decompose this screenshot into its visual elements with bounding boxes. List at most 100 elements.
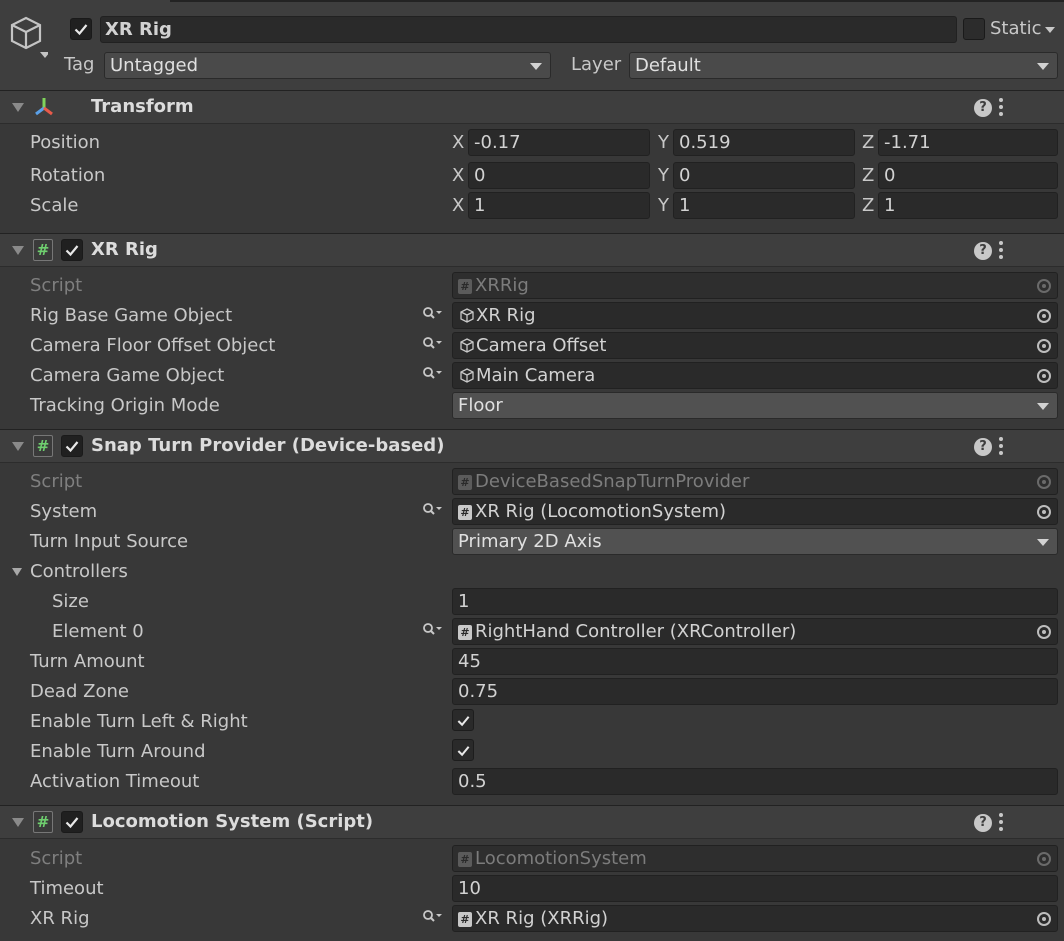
kebab-menu-icon[interactable] (998, 240, 1004, 260)
scale-z-input[interactable]: 1 (878, 192, 1058, 219)
foldout-arrow-icon[interactable] (12, 568, 22, 576)
tag-value: Untagged (110, 55, 199, 76)
help-icon[interactable]: ? (974, 814, 992, 832)
scale-x-input[interactable]: 1 (468, 192, 650, 219)
camera-go-label: Camera Game Object (30, 365, 225, 386)
help-icon[interactable]: ? (974, 242, 992, 260)
object-picker-icon[interactable] (422, 306, 442, 320)
turn-amount-input[interactable]: 45 (452, 648, 1058, 675)
position-x-input[interactable]: -0.17 (468, 129, 650, 156)
position-y-input[interactable]: 0.519 (673, 129, 855, 156)
object-picker-icon[interactable] (422, 336, 442, 350)
target-icon[interactable] (1037, 625, 1051, 639)
xr-rig-title: XR Rig (91, 239, 158, 260)
xr-rig-header[interactable]: # XR Rig ? (0, 233, 1064, 267)
script-hash-icon: # (458, 504, 472, 520)
dead-zone-label[interactable]: Dead Zone (30, 681, 129, 703)
object-picker-icon[interactable] (422, 622, 442, 636)
static-dropdown-arrow-icon[interactable] (1045, 27, 1055, 33)
position-z-input[interactable]: -1.71 (878, 129, 1058, 156)
rotation-z-input[interactable]: 0 (878, 162, 1058, 189)
object-picker-icon[interactable] (422, 909, 442, 923)
object-name-input[interactable]: XR Rig (100, 16, 957, 43)
axis-y-label[interactable]: Y (658, 195, 669, 217)
object-picker-icon[interactable] (422, 502, 442, 516)
turn-amount-label[interactable]: Turn Amount (30, 651, 145, 673)
static-label[interactable]: Static (990, 18, 1041, 40)
tracking-origin-dropdown[interactable]: Floor (452, 392, 1058, 419)
dropdown-arrow-icon (1037, 63, 1049, 70)
script-hash-icon: # (458, 278, 472, 294)
camera-floor-field[interactable]: Camera Offset (452, 332, 1058, 359)
xr-rig-enabled-toggle[interactable] (61, 239, 83, 261)
axis-z-label[interactable]: Z (862, 165, 874, 187)
object-picker-icon[interactable] (422, 366, 442, 380)
target-icon (1037, 279, 1051, 293)
active-toggle[interactable] (70, 18, 92, 40)
scale-label[interactable]: Scale (30, 195, 78, 217)
target-icon[interactable] (1037, 309, 1051, 323)
static-toggle[interactable] (963, 18, 985, 40)
snap-turn-header[interactable]: # Snap Turn Provider (Device-based) ? (0, 429, 1064, 463)
component-header-icons: ? (974, 812, 1054, 834)
timeout-input[interactable]: 10 (452, 875, 1058, 902)
rotation-x-input[interactable]: 0 (468, 162, 650, 189)
axis-z-label[interactable]: Z (862, 195, 874, 217)
system-field[interactable]: # XR Rig (LocomotionSystem) (452, 498, 1058, 525)
script-hash-icon: # (458, 851, 472, 867)
tracking-origin-value: Floor (458, 395, 503, 416)
activation-timeout-input[interactable]: 0.5 (452, 768, 1058, 795)
axis-x-label[interactable]: X (452, 132, 464, 154)
dropdown-arrow-icon (1037, 403, 1049, 410)
controllers-label[interactable]: Controllers (30, 561, 128, 583)
target-icon[interactable] (1037, 339, 1051, 353)
scale-y-input[interactable]: 1 (673, 192, 855, 219)
locomotion-enabled-toggle[interactable] (61, 811, 83, 833)
snap-turn-enabled-toggle[interactable] (61, 435, 83, 457)
camera-go-field[interactable]: Main Camera (452, 362, 1058, 389)
help-icon[interactable]: ? (974, 99, 992, 117)
foldout-arrow-icon[interactable] (12, 246, 24, 255)
snap-turn-script-field: # DeviceBasedSnapTurnProvider (452, 468, 1058, 495)
enable-turn-lr-checkbox[interactable] (452, 709, 474, 731)
foldout-arrow-icon[interactable] (12, 103, 24, 112)
script-hash-icon: # (33, 811, 53, 833)
turn-input-dropdown[interactable]: Primary 2D Axis (452, 528, 1058, 555)
axis-z-label[interactable]: Z (862, 132, 874, 154)
gameobject-cube-icon[interactable] (8, 14, 48, 62)
target-icon[interactable] (1037, 505, 1051, 519)
camera-floor-value: Camera Offset (476, 335, 607, 356)
kebab-menu-icon[interactable] (998, 97, 1004, 117)
locomotion-script-label: Script (30, 848, 83, 869)
foldout-arrow-icon[interactable] (12, 818, 24, 827)
foldout-arrow-icon[interactable] (12, 442, 24, 451)
axis-x-label[interactable]: X (452, 195, 464, 217)
enable-turn-around-checkbox[interactable] (452, 739, 474, 761)
locomotion-header[interactable]: # Locomotion System (Script) ? (0, 805, 1064, 839)
transform-header[interactable]: Transform ? (0, 90, 1064, 124)
activation-timeout-label[interactable]: Activation Timeout (30, 771, 199, 793)
dead-zone-input[interactable]: 0.75 (452, 678, 1058, 705)
timeout-label[interactable]: Timeout (30, 878, 104, 900)
axis-y-label[interactable]: Y (658, 165, 669, 187)
check-icon (457, 715, 469, 726)
xr-rig-script-label: Script (30, 275, 83, 296)
rig-base-field[interactable]: XR Rig (452, 302, 1058, 329)
size-input[interactable]: 1 (452, 588, 1058, 615)
axis-y-label[interactable]: Y (658, 132, 669, 154)
help-icon[interactable]: ? (974, 438, 992, 456)
element0-field[interactable]: # RightHand Controller (XRController) (452, 618, 1058, 645)
layer-dropdown[interactable]: Default (629, 52, 1058, 79)
rotation-label[interactable]: Rotation (30, 165, 105, 187)
rotation-y-input[interactable]: 0 (673, 162, 855, 189)
loco-xr-rig-field[interactable]: # XR Rig (XRRig) (452, 905, 1058, 932)
target-icon (1037, 852, 1051, 866)
axis-x-label[interactable]: X (452, 165, 464, 187)
target-icon[interactable] (1037, 912, 1051, 926)
target-icon[interactable] (1037, 369, 1051, 383)
kebab-menu-icon[interactable] (998, 812, 1004, 832)
kebab-menu-icon[interactable] (998, 436, 1004, 456)
tag-dropdown[interactable]: Untagged (104, 52, 551, 79)
position-label[interactable]: Position (30, 132, 100, 154)
element0-label: Element 0 (52, 621, 144, 642)
